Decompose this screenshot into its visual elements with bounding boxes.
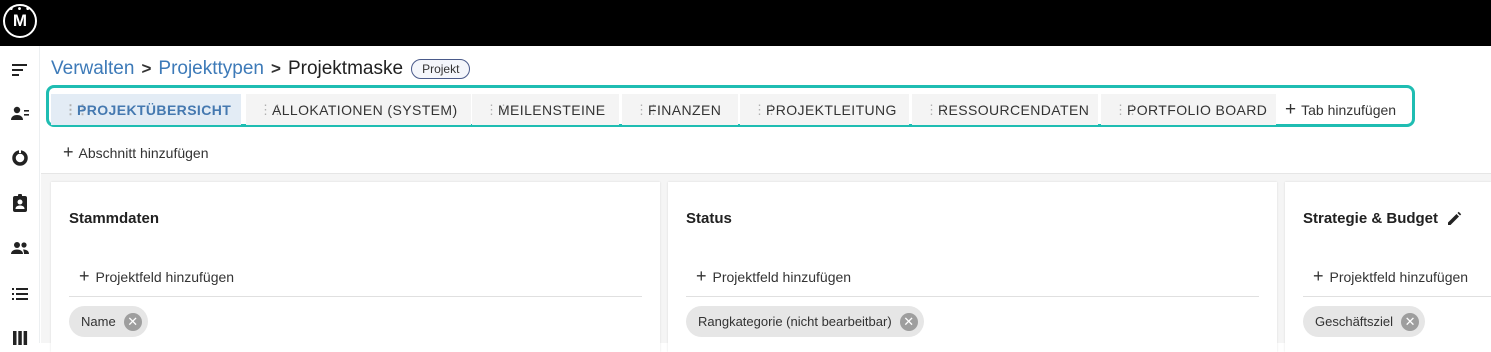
pie-chart-icon[interactable] <box>10 148 30 168</box>
section-title: Status <box>686 210 732 227</box>
drag-handle-icon[interactable]: ⋮⋮ <box>622 102 660 118</box>
list-icon[interactable] <box>10 284 30 304</box>
add-field-button[interactable]: + Projektfeld hinzufügen <box>1313 266 1468 287</box>
field-chip[interactable]: Geschäftsziel ✕ <box>1303 306 1426 337</box>
tab-allokationen[interactable]: ⋮⋮ ALLOKATIONEN (SYSTEM) <box>246 94 471 125</box>
remove-icon[interactable]: ✕ <box>1401 312 1420 331</box>
logo-icon[interactable]: • • • M <box>3 4 37 38</box>
drag-handle-icon[interactable]: ⋮⋮ <box>912 102 950 118</box>
tab-projektuebersicht[interactable]: ⋮⋮ PROJEKTÜBERSICHT <box>51 94 241 125</box>
columns-icon[interactable] <box>10 328 30 348</box>
page-header: Verwalten > Projekttypen > Projektmaske … <box>41 46 1491 174</box>
add-field-button[interactable]: + Projektfeld hinzufügen <box>696 266 851 287</box>
breadcrumb-separator: > <box>141 59 152 78</box>
divider <box>1303 296 1491 297</box>
section-card-status: Status + Projektfeld hinzufügen Rangkate… <box>668 182 1277 352</box>
section-title: Stammdaten <box>69 210 160 227</box>
page-title: Projektmaske <box>287 58 404 79</box>
main-area: Verwalten > Projekttypen > Projektmaske … <box>41 46 1491 352</box>
tab-portfolio-board[interactable]: ⋮⋮ PORTFOLIO BOARD <box>1101 94 1276 125</box>
drag-handle-icon[interactable]: ⋮⋮ <box>246 102 284 118</box>
field-chip[interactable]: Rangkategorie (nicht bearbeitbar) ✕ <box>686 306 924 337</box>
add-field-button[interactable]: + Projektfeld hinzufügen <box>79 266 234 287</box>
tab-bar: ⋮⋮ PROJEKTÜBERSICHT ⋮⋮ ALLOKATIONEN (SYS… <box>46 85 1415 127</box>
sidebar <box>0 46 40 345</box>
tab-ressourcendaten[interactable]: ⋮⋮ RESSOURCENDATEN <box>912 94 1098 125</box>
breadcrumb-link-projekttypen[interactable]: Projekttypen <box>158 58 264 80</box>
field-chip[interactable]: Name ✕ <box>69 306 148 337</box>
tab-projektleitung[interactable]: ⋮⋮ PROJEKTLEITUNG <box>740 94 909 125</box>
plus-icon: + <box>63 142 74 162</box>
plus-icon: + <box>1313 266 1324 286</box>
divider <box>69 296 642 297</box>
section-card-stammdaten: Stammdaten + Projektfeld hinzufügen Name… <box>51 182 660 352</box>
plus-icon: + <box>696 266 707 286</box>
divider <box>686 296 1259 297</box>
tab-meilensteine[interactable]: ⋮⋮ MEILENSTEINE <box>472 94 619 125</box>
remove-icon[interactable]: ✕ <box>899 312 918 331</box>
remove-icon[interactable]: ✕ <box>123 312 142 331</box>
plus-icon: + <box>79 266 90 286</box>
edit-icon[interactable] <box>1446 211 1462 227</box>
top-bar: • • • M <box>0 0 1491 46</box>
menu-icon[interactable] <box>10 60 30 80</box>
breadcrumb-separator: > <box>271 59 281 78</box>
breadcrumb-link-verwalten[interactable]: Verwalten <box>51 58 134 80</box>
plus-icon: + <box>1285 98 1297 120</box>
clipboard-user-icon[interactable] <box>10 193 30 213</box>
drag-handle-icon[interactable]: ⋮⋮ <box>472 102 510 118</box>
drag-handle-icon[interactable]: ⋮⋮ <box>51 102 89 118</box>
section-title: Strategie & Budget <box>1303 210 1462 227</box>
people-icon[interactable] <box>10 238 30 258</box>
add-section-button[interactable]: + Abschnitt hinzufügen <box>63 142 209 163</box>
drag-handle-icon[interactable]: ⋮⋮ <box>740 102 778 118</box>
breadcrumb: Verwalten > Projekttypen > Projektmaske … <box>51 58 471 80</box>
drag-handle-icon[interactable]: ⋮⋮ <box>1101 102 1139 118</box>
add-tab-button[interactable]: + Tab hinzufügen <box>1285 94 1396 125</box>
section-card-strategie-budget: Strategie & Budget + Projektfeld hinzufü… <box>1285 182 1491 352</box>
user-list-icon[interactable] <box>10 104 30 124</box>
tab-finanzen[interactable]: ⋮⋮ FINANZEN <box>622 94 738 125</box>
type-chip: Projekt <box>411 59 471 79</box>
